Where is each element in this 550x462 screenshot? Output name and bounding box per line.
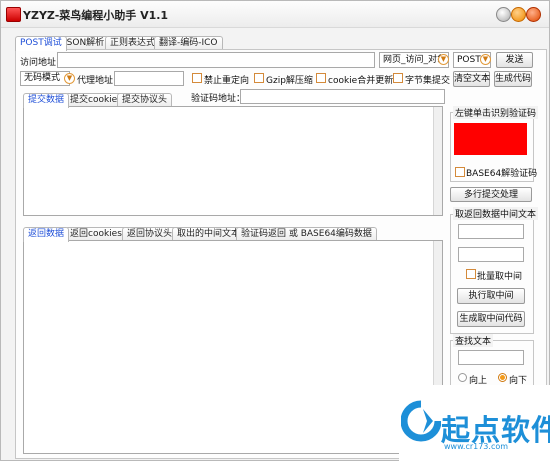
gzip-checkbox[interactable] [254, 73, 264, 83]
tab-return-data[interactable]: 返回数据 [23, 227, 70, 242]
batch-extract-checkbox[interactable] [466, 269, 476, 279]
find-input[interactable] [458, 350, 524, 365]
captcha-url-input[interactable] [240, 89, 445, 104]
tab-submit-headers[interactable]: 提交协议头 [117, 93, 173, 107]
captcha-group-title: 左键单击识别验证码 [453, 106, 539, 119]
mode-combo[interactable]: 无码模式 [20, 71, 70, 86]
extract-end-input[interactable] [458, 247, 524, 262]
tab-return-headers[interactable]: 返回协议头 [122, 227, 178, 241]
watermark-subtext: www.cr173.com [444, 442, 509, 451]
chevron-down-icon[interactable]: ▼ [438, 54, 449, 65]
cookie-merge-label: cookie合并更新 [328, 76, 394, 86]
url-input[interactable] [57, 52, 375, 68]
close-icon[interactable] [526, 7, 541, 22]
extract-start-input[interactable] [458, 224, 524, 239]
find-group-title: 查找文本 [453, 334, 494, 347]
search-up-radio[interactable] [458, 373, 467, 382]
request-object-value: 网页_访问_对象 [383, 55, 447, 65]
tab-return-cookies[interactable]: 返回cookies [65, 227, 127, 241]
tab-regex[interactable]: 正则表达式 [105, 36, 161, 50]
no-redirect-checkbox[interactable] [192, 73, 202, 83]
tab-extracted-text[interactable]: 取出的中间文本 [172, 227, 246, 241]
submit-data-textarea[interactable] [23, 106, 443, 216]
chevron-down-icon[interactable]: ▼ [480, 54, 491, 65]
gzip-label: Gzip解压缩 [266, 76, 313, 86]
mode-value: 无码模式 [24, 73, 61, 83]
tab-submit-cookie[interactable]: 提交cookie [65, 93, 123, 107]
captcha-image[interactable] [454, 123, 527, 155]
chevron-down-icon[interactable]: ▼ [64, 73, 75, 84]
extract-group-title: 取返回数据中间文本 [453, 207, 539, 220]
byte-submit-checkbox[interactable] [393, 73, 403, 83]
execute-extract-button[interactable]: 执行取中间 [457, 288, 525, 304]
search-down-radio[interactable] [498, 373, 507, 382]
captcha-url-label: 验证码地址： [191, 94, 246, 104]
tab-translate[interactable]: 翻译-编码-ICO [154, 36, 223, 50]
generate-extract-code-button[interactable]: 生成取中间代码 [457, 311, 525, 327]
title-bar: YZYZ-菜鸟编程小助手 V1.1 [1, 1, 549, 28]
proxy-input[interactable] [114, 71, 184, 86]
base64-captcha-label: BASE64解验证码 [466, 169, 538, 179]
clear-text-button[interactable]: 清空文本 [453, 71, 490, 87]
tab-submit-data[interactable]: 提交数据 [23, 93, 70, 108]
multi-line-submit-button[interactable]: 多行提交处理 [450, 187, 532, 202]
batch-extract-label: 批量取中间 [477, 272, 523, 282]
watermark-logo [401, 400, 441, 442]
return-data-textarea[interactable] [23, 240, 443, 454]
window-title: YZYZ-菜鸟编程小助手 V1.1 [23, 9, 169, 22]
method-value: POST [457, 55, 481, 65]
send-button[interactable]: 发送 [496, 52, 533, 68]
tab-post-debug[interactable]: POST调试 [15, 36, 67, 51]
tab-captcha-base64[interactable]: 验证码返回 或 BASE64编码数据 [236, 227, 377, 241]
app-window: YZYZ-菜鸟编程小助手 V1.1 POST调试 JSON解析 正则表达式 翻译… [0, 0, 550, 462]
extra-icon[interactable] [496, 7, 511, 22]
no-redirect-label: 禁止重定向 [204, 76, 250, 86]
base64-captcha-checkbox[interactable] [455, 167, 465, 177]
minimize-icon[interactable] [511, 7, 526, 22]
generate-code-button[interactable]: 生成代码 [494, 71, 532, 87]
cookie-merge-checkbox[interactable] [316, 73, 326, 83]
app-icon [6, 7, 21, 22]
byte-submit-label: 字节集提交 [405, 76, 451, 86]
scrollbar[interactable] [433, 107, 442, 215]
